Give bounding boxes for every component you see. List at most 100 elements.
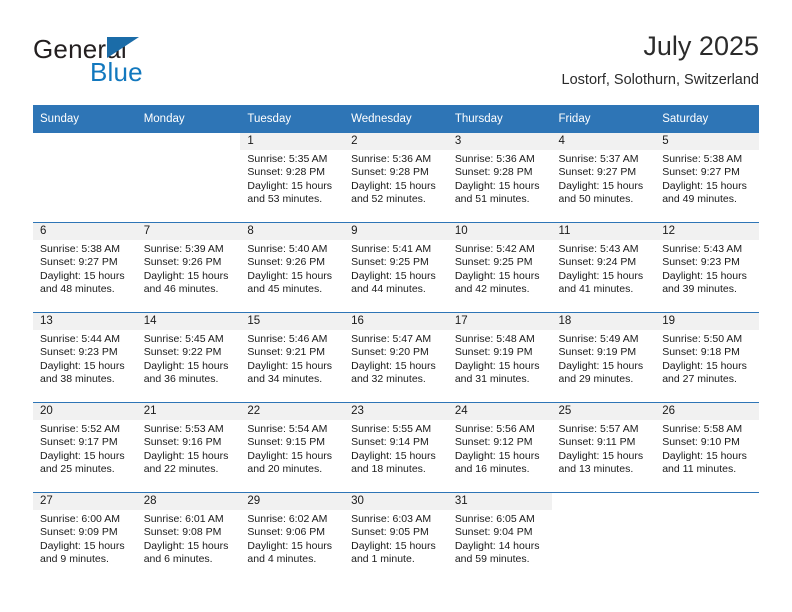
calendar-cell[interactable]: 14 Sunrise: 5:45 AM Sunset: 9:22 PM Dayl…	[136, 312, 241, 403]
day-cell[interactable]: 18 Sunrise: 5:49 AM Sunset: 9:19 PM Dayl…	[551, 313, 656, 402]
day-cell[interactable]: 19 Sunrise: 5:50 AM Sunset: 9:18 PM Dayl…	[655, 313, 759, 402]
calendar-cell[interactable]: 20 Sunrise: 5:52 AM Sunset: 9:17 PM Dayl…	[33, 402, 137, 493]
sunset-line: Sunset: 9:16 PM	[143, 436, 222, 449]
calendar-cell[interactable]: 2 Sunrise: 5:36 AM Sunset: 9:28 PM Dayli…	[344, 133, 448, 223]
day-cell[interactable]: 6 Sunrise: 5:38 AM Sunset: 9:27 PM Dayli…	[33, 223, 137, 312]
calendar-cell[interactable]: 1 Sunrise: 5:35 AM Sunset: 9:28 PM Dayli…	[240, 133, 345, 223]
calendar-cell[interactable]: 17 Sunrise: 5:48 AM Sunset: 9:19 PM Dayl…	[447, 312, 552, 403]
day-number: 29	[240, 493, 345, 510]
day-cell[interactable]: 16 Sunrise: 5:47 AM Sunset: 9:20 PM Dayl…	[344, 313, 448, 402]
calendar-cell[interactable]	[551, 492, 656, 582]
day-number	[552, 493, 656, 510]
day-cell[interactable]: 15 Sunrise: 5:46 AM Sunset: 9:21 PM Dayl…	[240, 313, 345, 402]
calendar-cell[interactable]	[33, 133, 137, 223]
daylight-line-1: Daylight: 15 hours	[247, 539, 333, 552]
calendar-cell[interactable]: 9 Sunrise: 5:41 AM Sunset: 9:25 PM Dayli…	[344, 222, 448, 313]
day-cell[interactable]: 2 Sunrise: 5:36 AM Sunset: 9:28 PM Dayli…	[344, 133, 448, 222]
day-cell[interactable]	[552, 493, 656, 582]
calendar-cell[interactable]: 25 Sunrise: 5:57 AM Sunset: 9:11 PM Dayl…	[551, 402, 656, 493]
sunset-line: Sunset: 9:21 PM	[247, 346, 326, 359]
day-cell[interactable]: 29 Sunrise: 6:02 AM Sunset: 9:06 PM Dayl…	[240, 493, 345, 582]
calendar-cell[interactable]: 21 Sunrise: 5:53 AM Sunset: 9:16 PM Dayl…	[136, 402, 241, 493]
calendar-cell[interactable]: 19 Sunrise: 5:50 AM Sunset: 9:18 PM Dayl…	[655, 312, 759, 403]
day-cell[interactable]: 28 Sunrise: 6:01 AM Sunset: 9:08 PM Dayl…	[136, 493, 241, 582]
calendar-cell[interactable]: 31 Sunrise: 6:05 AM Sunset: 9:04 PM Dayl…	[447, 492, 552, 582]
calendar-cell[interactable]: 3 Sunrise: 5:36 AM Sunset: 9:28 PM Dayli…	[447, 133, 552, 223]
calendar-cell[interactable]: 18 Sunrise: 5:49 AM Sunset: 9:19 PM Dayl…	[551, 312, 656, 403]
calendar-cell[interactable]: 8 Sunrise: 5:40 AM Sunset: 9:26 PM Dayli…	[240, 222, 345, 313]
day-cell[interactable]: 17 Sunrise: 5:48 AM Sunset: 9:19 PM Dayl…	[447, 313, 552, 402]
calendar-cell[interactable]: 24 Sunrise: 5:56 AM Sunset: 9:12 PM Dayl…	[447, 402, 552, 493]
daylight-line-1: Daylight: 15 hours	[40, 539, 125, 552]
day-number: 17	[447, 313, 552, 330]
day-cell[interactable]: 24 Sunrise: 5:56 AM Sunset: 9:12 PM Dayl…	[447, 403, 552, 492]
day-cell[interactable]: 11 Sunrise: 5:43 AM Sunset: 9:24 PM Dayl…	[551, 223, 656, 312]
calendar-cell[interactable]: 12 Sunrise: 5:43 AM Sunset: 9:23 PM Dayl…	[655, 222, 759, 313]
calendar-cell[interactable]: 27 Sunrise: 6:00 AM Sunset: 9:09 PM Dayl…	[33, 492, 137, 582]
sunrise-line: Sunrise: 5:37 AM	[558, 153, 639, 165]
day-cell[interactable]: 22 Sunrise: 5:54 AM Sunset: 9:15 PM Dayl…	[240, 403, 345, 492]
calendar-cell[interactable]: 16 Sunrise: 5:47 AM Sunset: 9:20 PM Dayl…	[344, 312, 448, 403]
day-cell[interactable]: 14 Sunrise: 5:45 AM Sunset: 9:22 PM Dayl…	[136, 313, 241, 402]
day-details: Sunrise: 5:58 AM Sunset: 9:10 PM Dayligh…	[655, 420, 759, 477]
calendar-cell[interactable]: 23 Sunrise: 5:55 AM Sunset: 9:14 PM Dayl…	[344, 402, 448, 493]
sunset-line: Sunset: 9:25 PM	[351, 256, 429, 269]
day-cell[interactable]: 8 Sunrise: 5:40 AM Sunset: 9:26 PM Dayli…	[240, 223, 345, 312]
day-cell[interactable]: 13 Sunrise: 5:44 AM Sunset: 9:23 PM Dayl…	[33, 313, 137, 402]
daylight-line-1: Daylight: 15 hours	[662, 449, 747, 462]
day-number: 4	[551, 133, 656, 150]
calendar-cell[interactable]: 7 Sunrise: 5:39 AM Sunset: 9:26 PM Dayli…	[136, 222, 241, 313]
day-cell[interactable]: 3 Sunrise: 5:36 AM Sunset: 9:28 PM Dayli…	[447, 133, 552, 222]
sunrise-line: Sunrise: 5:38 AM	[40, 243, 120, 255]
sunset-line: Sunset: 9:09 PM	[40, 526, 118, 539]
day-cell[interactable]: 23 Sunrise: 5:55 AM Sunset: 9:14 PM Dayl…	[344, 403, 448, 492]
calendar-cell[interactable]: 26 Sunrise: 5:58 AM Sunset: 9:10 PM Dayl…	[655, 402, 759, 493]
day-cell[interactable]: 12 Sunrise: 5:43 AM Sunset: 9:23 PM Dayl…	[655, 223, 759, 312]
calendar-cell[interactable]: 5 Sunrise: 5:38 AM Sunset: 9:27 PM Dayli…	[655, 133, 759, 223]
calendar-cell[interactable]: 29 Sunrise: 6:02 AM Sunset: 9:06 PM Dayl…	[240, 492, 345, 582]
calendar-cell[interactable]: 11 Sunrise: 5:43 AM Sunset: 9:24 PM Dayl…	[551, 222, 656, 313]
day-details: Sunrise: 5:48 AM Sunset: 9:19 PM Dayligh…	[448, 330, 552, 387]
day-details: Sunrise: 6:03 AM Sunset: 9:05 PM Dayligh…	[344, 510, 448, 567]
day-cell[interactable]	[33, 133, 137, 222]
calendar-cell[interactable]: 30 Sunrise: 6:03 AM Sunset: 9:05 PM Dayl…	[344, 492, 448, 582]
day-cell[interactable]: 1 Sunrise: 5:35 AM Sunset: 9:28 PM Dayli…	[240, 133, 345, 222]
daylight-line-1: Daylight: 15 hours	[454, 449, 540, 462]
daylight-line-2: and 42 minutes.	[454, 283, 530, 296]
calendar-page: General Blue July 2025 Lostorf, Solothur…	[0, 0, 792, 612]
day-cell[interactable]	[137, 133, 241, 222]
calendar-cell[interactable]: 15 Sunrise: 5:46 AM Sunset: 9:21 PM Dayl…	[240, 312, 345, 403]
day-details: Sunrise: 5:42 AM Sunset: 9:25 PM Dayligh…	[448, 240, 552, 297]
calendar-cell[interactable]: 28 Sunrise: 6:01 AM Sunset: 9:08 PM Dayl…	[136, 492, 241, 582]
calendar-cell[interactable]: 4 Sunrise: 5:37 AM Sunset: 9:27 PM Dayli…	[551, 133, 656, 223]
day-cell[interactable]: 21 Sunrise: 5:53 AM Sunset: 9:16 PM Dayl…	[136, 403, 241, 492]
day-cell[interactable]	[655, 493, 759, 582]
calendar-cell[interactable]: 6 Sunrise: 5:38 AM Sunset: 9:27 PM Dayli…	[33, 222, 137, 313]
daylight-line-1: Daylight: 15 hours	[143, 269, 229, 282]
day-number: 8	[240, 223, 345, 240]
calendar-cell[interactable]: 10 Sunrise: 5:42 AM Sunset: 9:25 PM Dayl…	[447, 222, 552, 313]
sunset-line: Sunset: 9:12 PM	[454, 436, 533, 449]
day-cell[interactable]: 4 Sunrise: 5:37 AM Sunset: 9:27 PM Dayli…	[551, 133, 656, 222]
day-cell[interactable]: 26 Sunrise: 5:58 AM Sunset: 9:10 PM Dayl…	[655, 403, 759, 492]
day-cell[interactable]: 25 Sunrise: 5:57 AM Sunset: 9:11 PM Dayl…	[551, 403, 656, 492]
daylight-line-2: and 49 minutes.	[662, 193, 737, 206]
day-cell[interactable]: 5 Sunrise: 5:38 AM Sunset: 9:27 PM Dayli…	[655, 133, 759, 222]
daylight-line-2: and 32 minutes.	[351, 373, 426, 386]
day-details: Sunrise: 5:50 AM Sunset: 9:18 PM Dayligh…	[655, 330, 759, 387]
day-cell[interactable]: 31 Sunrise: 6:05 AM Sunset: 9:04 PM Dayl…	[447, 493, 552, 582]
day-cell[interactable]: 9 Sunrise: 5:41 AM Sunset: 9:25 PM Dayli…	[344, 223, 448, 312]
day-cell[interactable]: 27 Sunrise: 6:00 AM Sunset: 9:09 PM Dayl…	[33, 493, 137, 582]
sunrise-line: Sunrise: 5:35 AM	[247, 153, 328, 165]
day-cell[interactable]: 10 Sunrise: 5:42 AM Sunset: 9:25 PM Dayl…	[447, 223, 552, 312]
calendar-cell[interactable]: 13 Sunrise: 5:44 AM Sunset: 9:23 PM Dayl…	[33, 312, 137, 403]
day-cell[interactable]: 20 Sunrise: 5:52 AM Sunset: 9:17 PM Dayl…	[33, 403, 137, 492]
day-cell[interactable]: 7 Sunrise: 5:39 AM Sunset: 9:26 PM Dayli…	[136, 223, 241, 312]
day-details: Sunrise: 5:36 AM Sunset: 9:28 PM Dayligh…	[344, 150, 448, 207]
daylight-line-1: Daylight: 15 hours	[351, 539, 436, 552]
calendar-cell[interactable]: 22 Sunrise: 5:54 AM Sunset: 9:15 PM Dayl…	[240, 402, 345, 493]
calendar-cell[interactable]	[137, 133, 241, 223]
sunrise-line: Sunrise: 5:53 AM	[143, 423, 224, 435]
calendar-cell[interactable]	[655, 492, 759, 582]
day-cell[interactable]: 30 Sunrise: 6:03 AM Sunset: 9:05 PM Dayl…	[344, 493, 448, 582]
